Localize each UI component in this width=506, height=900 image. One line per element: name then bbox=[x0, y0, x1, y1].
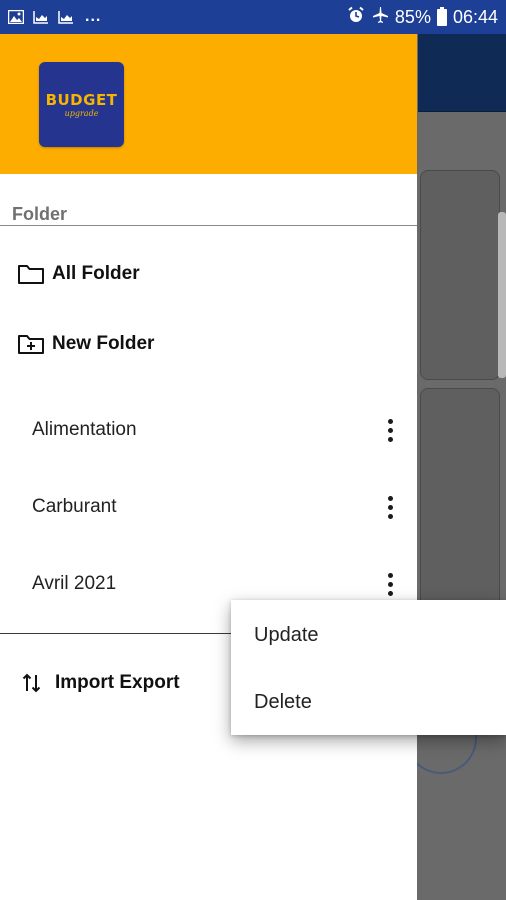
create-folder-icon bbox=[17, 332, 47, 356]
chart-icon bbox=[33, 10, 49, 24]
airplane-icon bbox=[371, 6, 389, 29]
nav-all-folder[interactable]: All Folder bbox=[17, 259, 140, 289]
section-label-folder: Folder bbox=[12, 204, 68, 224]
folder-icon bbox=[17, 262, 47, 286]
import-export-icon bbox=[20, 671, 50, 695]
more-options-icon[interactable] bbox=[382, 491, 398, 523]
nav-new-folder-label: New Folder bbox=[52, 333, 155, 354]
logo-subtitle: upgrade bbox=[64, 108, 99, 118]
folder-name: Avril 2021 bbox=[32, 573, 117, 594]
drawer-header: BUDGET upgrade bbox=[0, 34, 417, 174]
background-scrollbar bbox=[498, 212, 506, 378]
background-card bbox=[420, 170, 500, 380]
app-logo: BUDGET upgrade bbox=[39, 62, 124, 147]
divider bbox=[0, 225, 417, 226]
folder-list-item[interactable]: Alimentation bbox=[0, 410, 417, 450]
folder-list-item[interactable]: Carburant bbox=[0, 487, 417, 527]
menu-item-update[interactable]: Update bbox=[254, 624, 319, 647]
more-options-icon[interactable] bbox=[382, 414, 398, 446]
gallery-icon bbox=[7, 9, 25, 25]
notifications-overflow: ... bbox=[85, 8, 102, 25]
clock: 06:44 bbox=[452, 6, 498, 27]
more-options-icon[interactable] bbox=[382, 568, 398, 600]
battery-icon bbox=[436, 6, 447, 26]
alarm-icon bbox=[347, 6, 365, 29]
chart-icon bbox=[58, 10, 74, 24]
nav-all-folder-label: All Folder bbox=[52, 263, 140, 284]
nav-import-export[interactable]: Import Export bbox=[20, 668, 180, 698]
status-bar: ... 85% 06:44 bbox=[0, 0, 506, 34]
navigation-drawer: BUDGET upgrade Folder All Folder New Fol… bbox=[0, 34, 417, 900]
background-app-bar bbox=[418, 34, 506, 112]
logo-title: BUDGET bbox=[45, 90, 118, 109]
folder-options-menu: Update Delete bbox=[231, 600, 506, 735]
folder-name: Carburant bbox=[32, 496, 117, 517]
nav-import-export-label: Import Export bbox=[55, 672, 180, 693]
menu-item-delete[interactable]: Delete bbox=[254, 691, 312, 714]
battery-percent: 85% bbox=[394, 6, 431, 27]
folder-name: Alimentation bbox=[32, 419, 137, 440]
nav-new-folder[interactable]: New Folder bbox=[17, 329, 154, 359]
folder-list-item[interactable]: Avril 2021 bbox=[0, 564, 417, 604]
